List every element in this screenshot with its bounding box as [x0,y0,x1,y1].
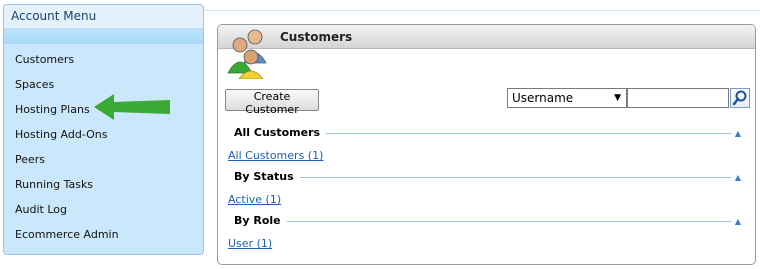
collapse-by-role-icon[interactable]: ▲ [735,217,741,226]
collapse-all-customers-icon[interactable]: ▲ [735,129,741,138]
customers-panel: Customers Create Customer Username ▼ All… [217,24,756,265]
account-menu: Account Menu Customers Spaces Hosting Pl… [3,4,204,255]
top-divider [204,10,760,11]
users-group-icon [227,29,267,79]
section-heading-by-role: By Role [234,214,287,228]
menu-item-running-tasks[interactable]: Running Tasks [4,177,203,202]
page-title: Customers [280,30,353,44]
menu-item-audit-log[interactable]: Audit Log [4,202,203,227]
search-field-select[interactable]: Username ▼ [507,88,627,108]
menu-item-peers[interactable]: Peers [4,152,203,177]
menu-item-hosting-add-ons[interactable]: Hosting Add-Ons [4,127,203,152]
account-menu-list: Customers Spaces Hosting Plans Hosting A… [4,44,203,252]
account-menu-band [4,29,203,44]
link-all-customers[interactable]: All Customers (1) [228,149,323,162]
section-divider-status [234,177,731,178]
menu-item-customers[interactable]: Customers [4,52,203,77]
collapse-by-status-icon[interactable]: ▲ [735,173,741,182]
menu-item-ecommerce-admin[interactable]: Ecommerce Admin [4,227,203,252]
green-arrow-icon [94,94,170,120]
section-heading-all-customers: All Customers [234,126,327,140]
magnifier-icon [732,90,747,106]
link-active[interactable]: Active (1) [228,193,281,206]
link-user[interactable]: User (1) [228,237,272,250]
create-customer-button[interactable]: Create Customer [225,89,319,116]
section-heading-by-status: By Status [234,170,300,184]
search-field-value: Username [512,91,574,105]
section-divider-role [234,221,731,222]
account-menu-title: Account Menu [4,5,203,29]
caret-down-icon: ▼ [614,93,621,103]
search-button[interactable] [730,88,750,108]
search-input[interactable] [627,88,729,108]
